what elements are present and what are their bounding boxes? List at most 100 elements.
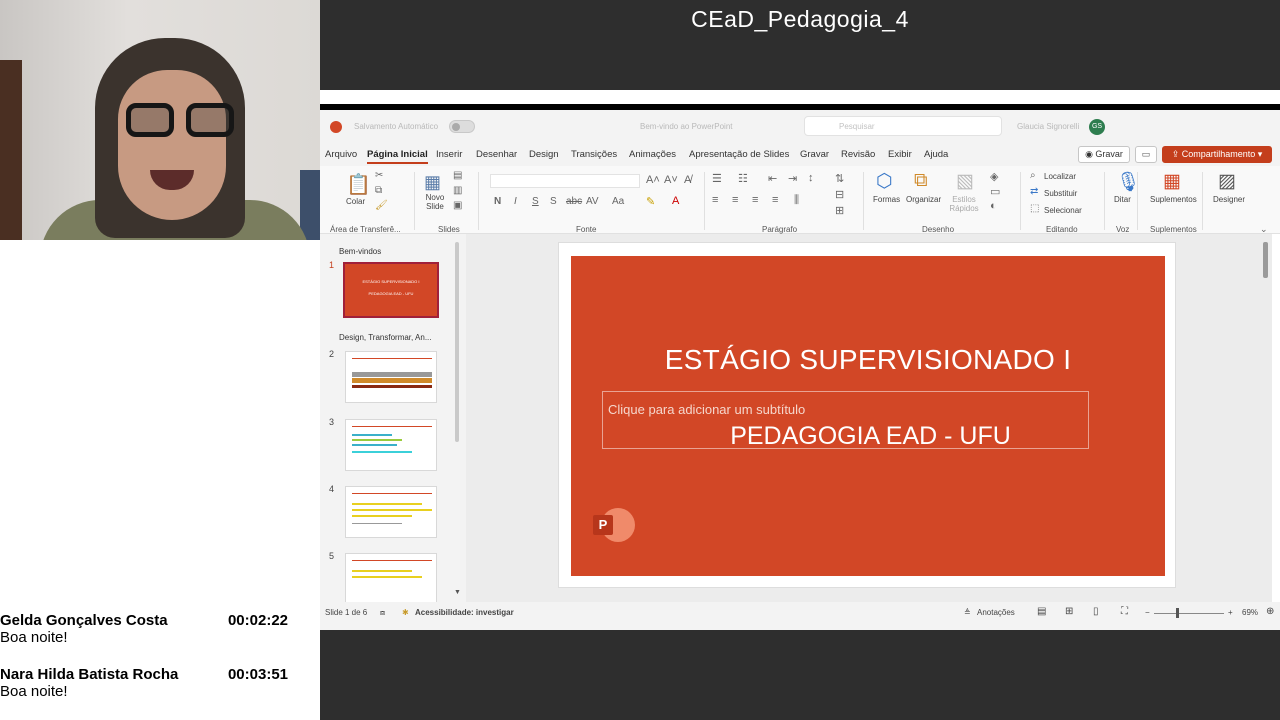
section-bem-vindos[interactable]: Bem-vindos [339, 247, 381, 256]
user-avatar[interactable]: GS [1089, 119, 1105, 135]
replace-label[interactable]: Substituir [1044, 189, 1077, 198]
reading-view-icon[interactable]: ▯ [1093, 606, 1099, 617]
tab-arquivo[interactable]: Arquivo [325, 149, 357, 160]
zoom-slider[interactable] [1154, 613, 1224, 614]
bold-icon[interactable]: N [494, 196, 501, 207]
scroll-down-icon[interactable]: ▼ [454, 589, 461, 596]
zoom-slider-handle[interactable] [1176, 608, 1179, 618]
text-direction-icon[interactable]: ⇅ [835, 172, 844, 185]
strikethrough-icon[interactable]: abc [566, 196, 582, 207]
tab-gravar[interactable]: Gravar [800, 149, 829, 160]
new-slide-label[interactable]: Novo Slide [422, 193, 448, 211]
underline-icon[interactable]: S [532, 196, 539, 207]
thumbnail-slide-2[interactable] [345, 351, 437, 403]
spacing-icon[interactable]: AV [586, 196, 599, 207]
zoom-out-icon[interactable]: − [1145, 608, 1150, 617]
shape-fill-icon[interactable]: ◈ [990, 170, 998, 183]
clear-format-icon[interactable]: A̸ [684, 174, 691, 186]
addins-label[interactable]: Suplementos [1150, 195, 1197, 204]
slide-title[interactable]: ESTÁGIO SUPERVISIONADO I [571, 344, 1165, 376]
shape-effects-icon[interactable]: ◐ [990, 200, 997, 212]
dictate-label[interactable]: Ditar [1114, 195, 1131, 204]
spellcheck-icon[interactable]: ⧈ [380, 608, 385, 618]
shape-outline-icon[interactable]: ▭ [990, 185, 1000, 198]
tab-animacoes[interactable]: Animações [629, 149, 676, 160]
quick-styles-label[interactable]: Estilos Rápidos [946, 195, 982, 213]
tab-pagina-inicial[interactable]: Página Inicial [367, 149, 428, 164]
highlight-icon[interactable]: ✎ [646, 195, 655, 208]
shrink-font-icon[interactable]: A˅ [664, 174, 678, 186]
thumbnail-slide-5[interactable] [345, 553, 437, 602]
subtitle-placeholder[interactable]: Clique para adicionar um subtítulo PEDAG… [602, 391, 1089, 450]
tab-revisao[interactable]: Revisão [841, 149, 875, 160]
align-left-icon[interactable]: ≡ [712, 194, 718, 206]
zoom-level[interactable]: 69% [1242, 608, 1258, 617]
designer-icon[interactable]: ▨ [1218, 170, 1236, 193]
smartart-icon[interactable]: ⊞ [835, 204, 844, 217]
thumbnail-slide-4[interactable] [345, 486, 437, 538]
autosave-toggle[interactable] [449, 120, 475, 133]
notes-icon[interactable]: ≜ [964, 608, 971, 617]
arrange-icon[interactable]: ⧉ [914, 170, 928, 192]
accessibility-status[interactable]: Acessibilidade: investigar [415, 608, 514, 617]
replace-icon[interactable]: ⇄ [1030, 186, 1038, 197]
select-icon[interactable]: ⬚ [1030, 203, 1039, 214]
format-painter-icon[interactable]: 🖌 [375, 200, 388, 211]
arrange-label[interactable]: Organizar [906, 195, 941, 204]
shapes-icon[interactable]: ⬡ [876, 170, 893, 193]
select-label[interactable]: Selecionar [1044, 206, 1082, 215]
share-button[interactable]: ⇪ Compartilhamento ▾ [1162, 146, 1272, 163]
designer-label[interactable]: Designer [1213, 195, 1245, 204]
increase-indent-icon[interactable]: ⇥ [788, 172, 797, 185]
slideshow-icon[interactable]: ⛶ [1121, 606, 1128, 617]
slide-sorter-icon[interactable]: ⊞ [1065, 606, 1073, 617]
accessibility-icon[interactable]: ✱ [402, 608, 409, 617]
italic-icon[interactable]: I [514, 196, 517, 207]
font-color-icon[interactable]: A [672, 195, 679, 207]
fit-slide-icon[interactable]: ⊕ [1266, 606, 1274, 617]
numbering-icon[interactable]: ☷ [738, 172, 748, 185]
find-icon[interactable]: ⌕ [1030, 170, 1036, 181]
thumbnail-slide-1[interactable]: ESTÁGIO SUPERVISIONADO I PEDAGOGIA EAD -… [343, 262, 439, 318]
reset-icon[interactable]: ▥ [453, 185, 462, 196]
tab-exibir[interactable]: Exibir [888, 149, 912, 160]
tab-desenhar[interactable]: Desenhar [476, 149, 517, 160]
tab-design[interactable]: Design [529, 149, 559, 160]
change-case-icon[interactable]: Aa [612, 196, 624, 207]
tab-inserir[interactable]: Inserir [436, 149, 462, 160]
paste-label[interactable]: Colar [346, 197, 365, 206]
stage-scrollbar[interactable] [1263, 242, 1268, 278]
shadow-icon[interactable]: S [550, 196, 557, 207]
thumbnail-slide-3[interactable] [345, 419, 437, 471]
section-icon[interactable]: ▣ [453, 200, 462, 211]
copy-icon[interactable]: ⧉ [375, 185, 382, 196]
decrease-indent-icon[interactable]: ⇤ [768, 172, 777, 185]
section-design[interactable]: Design, Transformar, An... [339, 333, 431, 342]
align-center-icon[interactable]: ≡ [732, 194, 738, 206]
thumbnails-scrollbar[interactable] [455, 242, 459, 442]
line-spacing-icon[interactable]: ↕ [808, 172, 814, 184]
cut-icon[interactable]: ✂ [375, 170, 383, 181]
comments-button[interactable]: ▭ [1135, 146, 1157, 163]
notes-button[interactable]: Anotações [977, 608, 1015, 617]
font-family-select[interactable] [490, 174, 640, 188]
slide-1[interactable]: ESTÁGIO SUPERVISIONADO I Clique para adi… [571, 256, 1165, 576]
align-right-icon[interactable]: ≡ [752, 194, 758, 206]
grow-font-icon[interactable]: A˄ [646, 174, 660, 186]
addins-icon[interactable]: ▦ [1163, 170, 1181, 193]
tab-ajuda[interactable]: Ajuda [924, 149, 948, 160]
record-button[interactable]: ◉ Gravar [1078, 146, 1130, 163]
find-label[interactable]: Localizar [1044, 172, 1076, 181]
new-slide-icon[interactable]: ▦ [424, 172, 441, 193]
layout-icon[interactable]: ▤ [453, 170, 462, 181]
bullets-icon[interactable]: ☰ [712, 172, 722, 185]
align-text-icon[interactable]: ⊟ [835, 188, 844, 201]
justify-icon[interactable]: ≡ [772, 194, 778, 206]
columns-icon[interactable]: ⫼ [794, 194, 799, 207]
normal-view-icon[interactable]: ▤ [1037, 606, 1046, 617]
tab-transicoes[interactable]: Transições [571, 149, 617, 160]
zoom-in-icon[interactable]: + [1228, 608, 1233, 617]
tab-apresentacao[interactable]: Apresentação de Slides [689, 149, 789, 160]
shapes-label[interactable]: Formas [873, 195, 900, 204]
paste-icon[interactable]: 📋 [346, 172, 371, 197]
